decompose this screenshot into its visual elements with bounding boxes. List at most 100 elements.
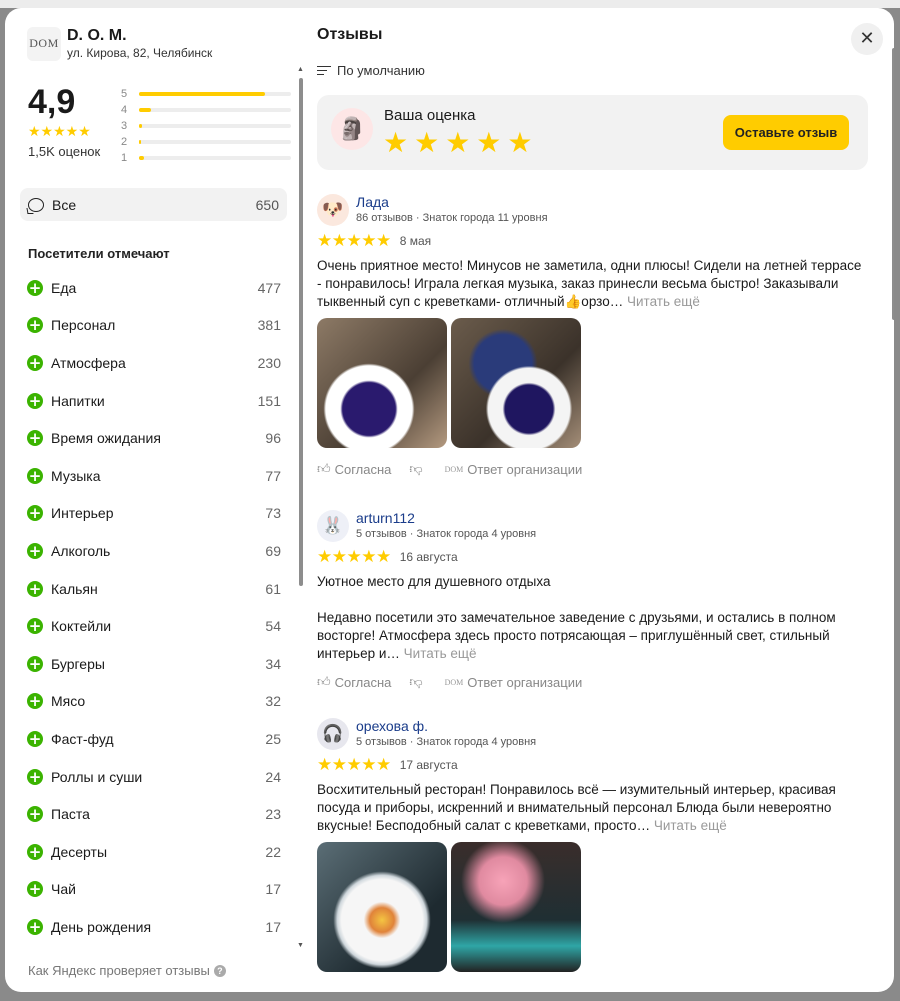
review-card: 🐶 Лада 86 отзывов · Знаток города 11 уро… (317, 194, 862, 477)
agree-button[interactable]: 👍︎ Согласна (317, 675, 391, 690)
review-photo[interactable] (317, 318, 447, 448)
aspect-tag-count: 96 (265, 430, 281, 447)
sidebar-scrollbar[interactable] (299, 78, 303, 586)
plus-icon: + (27, 353, 43, 372)
your-rating-stars[interactable]: ★★★★★ (383, 128, 539, 158)
aspect-tag[interactable]: + Паста 23 (27, 795, 281, 833)
plus-icon: + (27, 729, 43, 748)
aspect-tag-label: Алкоголь (51, 542, 111, 559)
review-stars: ★★★★★ (317, 231, 391, 250)
aspect-tag[interactable]: + Чай 17 (27, 871, 281, 909)
aspect-tag[interactable]: + Десерты 22 (27, 833, 281, 871)
aspect-tag-count: 381 (257, 317, 281, 334)
aspect-tag[interactable]: + Бургеры 34 (27, 645, 281, 683)
aspect-tag[interactable]: + Интерьер 73 (27, 495, 281, 533)
org-logo: DOM (27, 26, 61, 61)
author-name[interactable]: орехова ф. (356, 718, 536, 735)
disagree-button[interactable]: 👎︎ (409, 675, 426, 690)
disagree-button[interactable]: 👎︎ (409, 462, 426, 477)
review-photo[interactable] (317, 842, 447, 972)
aspect-tag-label: День рождения (51, 918, 152, 935)
distribution-bar-fill (139, 92, 266, 96)
read-more-link[interactable]: Читать ещё (627, 294, 700, 309)
leave-review-button[interactable]: Оставьте отзыв (723, 115, 849, 150)
aspect-tag[interactable]: + Роллы и суши 24 (27, 758, 281, 796)
author-avatar[interactable]: 🐶 (317, 194, 349, 226)
read-more-link[interactable]: Читать ещё (404, 646, 477, 661)
aspect-tag-label: Чай (51, 881, 76, 898)
filter-all-label: Все (52, 196, 77, 213)
aspect-tag-count: 24 (265, 768, 281, 785)
rating-count: 1,5K оценок (28, 144, 101, 159)
agree-button[interactable]: 👍︎ Согласна (317, 462, 391, 477)
filter-all-count: 650 (255, 196, 279, 213)
close-button[interactable]: ✕ (851, 23, 883, 55)
author-name[interactable]: arturn112 (356, 510, 536, 527)
org-reply-label: Ответ организации (467, 462, 583, 477)
plus-icon: + (27, 805, 43, 824)
aspect-tag-label: Фаст-фуд (51, 730, 114, 747)
scroll-down-arrow-icon[interactable]: ▼ (297, 942, 304, 949)
aspect-tag[interactable]: + Еда 477 (27, 269, 281, 307)
distribution-bar-fill (139, 156, 144, 160)
org-reply-button[interactable]: DOM Ответ организации (445, 462, 583, 477)
distribution-bar (139, 124, 291, 128)
author-avatar[interactable]: 🐰 (317, 510, 349, 542)
aspect-tag[interactable]: + Алкоголь 69 (27, 532, 281, 570)
aspect-tag-count: 69 (265, 542, 281, 559)
scroll-up-arrow-icon[interactable]: ▲ (297, 66, 304, 73)
aspect-tag[interactable]: + Кальян 61 (27, 570, 281, 608)
reviews-sidebar: DOM D. O. M. ул. Кирова, 82, Челябинск 4… (5, 8, 311, 992)
review-text: Восхитительный ресторан! Понравилось всё… (317, 781, 862, 835)
review-date: 16 августа (399, 550, 458, 564)
aspect-tag-count: 23 (265, 806, 281, 823)
review-body: Недавно посетили это замечательное завед… (317, 610, 836, 661)
aspect-tag[interactable]: + Персонал 381 (27, 307, 281, 345)
aspect-tag[interactable]: + Мясо 32 (27, 683, 281, 721)
author-avatar[interactable]: 🎧 (317, 718, 349, 750)
aspect-tag-label: Бургеры (51, 655, 105, 672)
review-text: Недавно посетили это замечательное завед… (317, 609, 862, 663)
aspect-tag-label: Паста (51, 806, 90, 823)
review-photo[interactable] (451, 842, 581, 972)
aspect-tag-count: 34 (265, 655, 281, 672)
aspect-tag-count: 17 (265, 918, 281, 935)
aspect-tag[interactable]: + Музыка 77 (27, 457, 281, 495)
review-text: Очень приятное место! Минусов не заметил… (317, 257, 862, 311)
distribution-bar (139, 140, 291, 144)
org-reply-button[interactable]: DOM Ответ организации (445, 675, 583, 690)
author-meta: 86 отзывов · Знаток города 11 уровня (356, 212, 548, 224)
review-card: 🎧 орехова ф. 5 отзывов · Знаток города 4… (317, 718, 862, 972)
plus-icon: + (27, 391, 43, 410)
distribution-bar (139, 156, 291, 160)
review-card: 🐰 arturn112 5 отзывов · Знаток города 4 … (317, 510, 862, 690)
review-stars: ★★★★★ (317, 547, 391, 566)
aspect-tag-count: 32 (265, 693, 281, 710)
review-photo[interactable] (451, 318, 581, 448)
how-yandex-checks-link[interactable]: Как Яндекс проверяет отзывы ? (28, 963, 226, 978)
review-body: Очень приятное место! Минусов не заметил… (317, 258, 862, 309)
org-name[interactable]: D. O. M. (67, 26, 212, 45)
reviews-title: Отзывы (317, 26, 383, 43)
aspect-tag[interactable]: + Коктейли 54 (27, 607, 281, 645)
aspect-tag-label: Напитки (51, 392, 105, 409)
aspect-tag[interactable]: + Время ожидания 96 (27, 419, 281, 457)
rating-stars: ★★★★★ (28, 123, 91, 139)
aspect-tag[interactable]: + Атмосфера 230 (27, 344, 281, 382)
aspect-tag-list: + Еда 477 + Персонал 381 + Атмосфера 230 + Напитки… (27, 269, 281, 946)
author-name[interactable]: Лада (356, 194, 548, 211)
plus-icon: + (27, 617, 43, 636)
rating-distribution-row: 1 (121, 150, 291, 166)
filter-all-button[interactable]: Все 650 (20, 188, 287, 221)
aspect-tag[interactable]: + День рождения 17 (27, 908, 281, 946)
reviews-scrollbar[interactable] (892, 48, 894, 320)
read-more-link[interactable]: Читать ещё (654, 818, 727, 833)
aspect-tag[interactable]: + Напитки 151 (27, 382, 281, 420)
sort-dropdown[interactable]: По умолчанию (317, 63, 425, 78)
aspect-tag-label: Кальян (51, 580, 98, 597)
your-rating-title: Ваша оценка (384, 107, 476, 124)
aspect-tag[interactable]: + Фаст-фуд 25 (27, 720, 281, 758)
distribution-bar (139, 92, 291, 96)
visitors-mention-title: Посетители отмечают (28, 246, 170, 261)
check-link-label: Как Яндекс проверяет отзывы (28, 963, 210, 978)
